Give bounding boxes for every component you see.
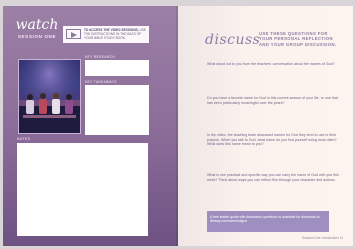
key-research-field[interactable] [85,60,149,76]
question-3: In the video, the teaching team discusse… [207,133,337,147]
session-label: SESSION ONE [17,34,57,39]
key-takeaways-field[interactable] [85,85,149,135]
leader-guide-callout: A free leader guide with discussion ques… [207,211,329,232]
callout-text: A free leader guide with discussion ques… [210,215,320,224]
question-1: What stood out to you from the teachers'… [207,62,335,66]
left-page: watch SESSION ONE TO ACCESS THE VIDEO SE… [3,6,178,246]
play-icon [66,29,81,39]
video-access-instructions: TO ACCESS THE VIDEO SESSIONS, USE THE IN… [84,28,146,40]
watch-title: watch [15,17,59,33]
notes-field[interactable] [17,143,148,236]
video-access-panel: TO ACCESS THE VIDEO SESSIONS, USE THE IN… [63,26,149,43]
key-research-label: KEY RESEARCH [85,55,116,59]
question-2: Do you have a favorite name for God in t… [207,96,338,105]
notes-label: NOTES [17,137,31,141]
key-takeaways-label: KEY TAKEAWAYS [85,80,117,84]
discuss-title: discuss [205,32,261,48]
discuss-subtitle: USE THESE QUESTIONS FOR YOUR PERSONAL RE… [259,31,337,47]
question-4: What is one practical and specific way y… [207,173,339,182]
book-spread: watch SESSION ONE TO ACCESS THE VIDEO SE… [0,0,356,249]
right-page: discuss USE THESE QUESTIONS FOR YOUR PER… [178,6,353,246]
page-footer: Session One: Introduction 11 [302,236,343,240]
video-still-image [18,59,81,134]
